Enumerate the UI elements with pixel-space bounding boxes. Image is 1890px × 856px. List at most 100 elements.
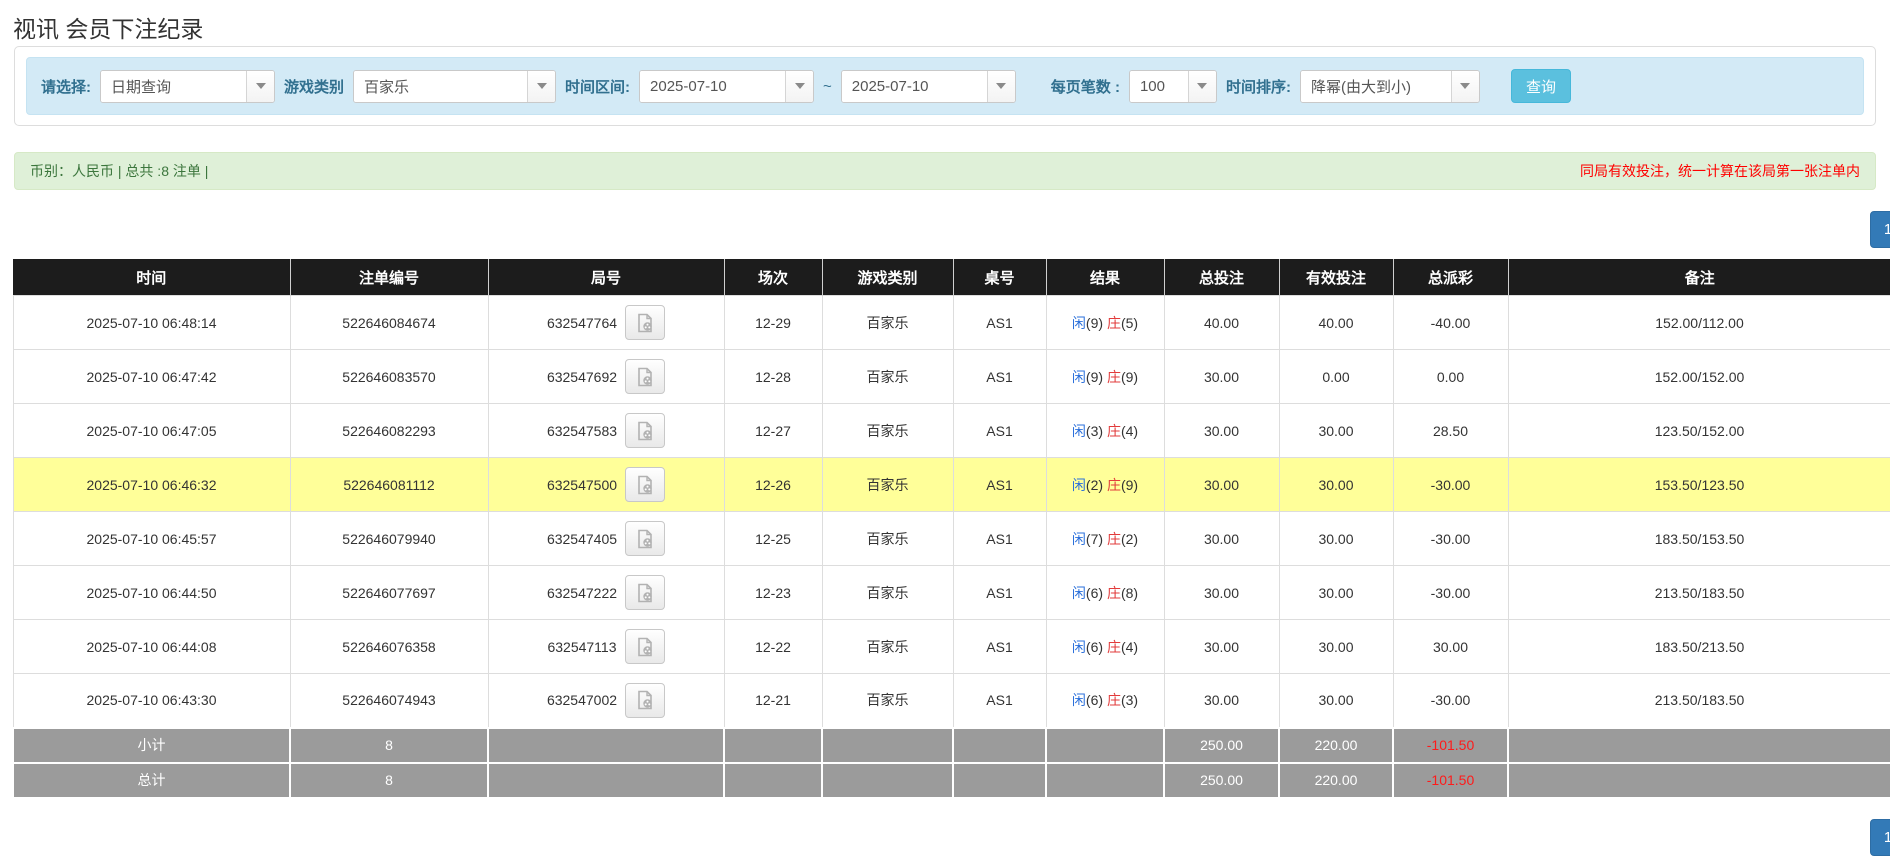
cell-bet-id: 522646074943 xyxy=(290,674,488,728)
currency-total-text: 币别：人民币 | 总共 :8 注单 | xyxy=(30,161,208,181)
date-from-select[interactable]: 2025-07-10 xyxy=(639,70,814,103)
cell-bet-id: 522646082293 xyxy=(290,404,488,458)
cell-table-no: AS1 xyxy=(953,620,1046,674)
cell-table-no: AS1 xyxy=(953,404,1046,458)
time-sort-dropdown-button[interactable] xyxy=(1451,71,1479,102)
video-replay-button[interactable] xyxy=(625,683,665,718)
cell-game-type: 百家乐 xyxy=(822,458,953,512)
cell-time: 2025-07-10 06:44:08 xyxy=(13,620,290,674)
cell-payout: -30.00 xyxy=(1393,458,1508,512)
result-player-score: (3) xyxy=(1086,423,1103,439)
header-note: 备注 xyxy=(1508,259,1890,296)
cell-total-bet-link[interactable]: 30.00 xyxy=(1164,674,1279,728)
game-type-select[interactable]: 百家乐 xyxy=(353,70,556,103)
cell-bet-id: 522646084674 xyxy=(290,296,488,350)
cell-valid-bet: 30.00 xyxy=(1279,512,1393,566)
video-replay-button[interactable] xyxy=(625,467,665,502)
cell-time: 2025-07-10 06:44:50 xyxy=(13,566,290,620)
subtotal-row: 小计 8 250.00 220.00 -101.50 xyxy=(13,728,1890,763)
query-type-value[interactable]: 日期查询 xyxy=(101,71,246,102)
query-type-select[interactable]: 日期查询 xyxy=(100,70,275,103)
cell-total-bet-link[interactable]: 30.00 xyxy=(1164,512,1279,566)
time-sort-select[interactable]: 降幂(由大到小) xyxy=(1300,70,1480,103)
date-to-dropdown-button[interactable] xyxy=(987,71,1015,102)
cell-round-id: 632547113 xyxy=(488,620,724,674)
per-page-select[interactable]: 100 xyxy=(1129,70,1217,103)
result-player-label: 闲 xyxy=(1072,369,1086,385)
header-total-bet: 总投注 xyxy=(1164,259,1279,296)
result-banker-score: (4) xyxy=(1121,423,1138,439)
video-replay-button[interactable] xyxy=(625,413,665,448)
cell-note: 213.50/183.50 xyxy=(1508,674,1890,728)
round-id-value: 632547002 xyxy=(547,692,617,708)
cell-table-no: AS1 xyxy=(953,458,1046,512)
cell-note: 152.00/112.00 xyxy=(1508,296,1890,350)
cell-result: 闲(6) 庄(3) xyxy=(1046,674,1164,728)
cell-bet-id: 522646079940 xyxy=(290,512,488,566)
cell-valid-bet: 30.00 xyxy=(1279,674,1393,728)
video-replay-button[interactable] xyxy=(625,629,665,664)
per-page-dropdown-button[interactable] xyxy=(1188,71,1216,102)
caret-down-icon xyxy=(537,83,547,89)
result-player-label: 闲 xyxy=(1072,639,1086,655)
cell-game-type: 百家乐 xyxy=(822,566,953,620)
game-type-dropdown-button[interactable] xyxy=(527,71,555,102)
cell-round-id: 632547583 xyxy=(488,404,724,458)
game-type-value[interactable]: 百家乐 xyxy=(354,71,527,102)
cell-total-bet-link[interactable]: 30.00 xyxy=(1164,458,1279,512)
cell-payout: -30.00 xyxy=(1393,674,1508,728)
header-time: 时间 xyxy=(13,259,290,296)
cell-total-bet-link[interactable]: 30.00 xyxy=(1164,404,1279,458)
result-banker-score: (5) xyxy=(1121,315,1138,331)
video-record-icon xyxy=(635,690,655,710)
cell-total-bet-link[interactable]: 30.00 xyxy=(1164,350,1279,404)
filter-bar: 请选择: 日期查询 游戏类别 百家乐 时间区间: 2025-07-10 ~ 20… xyxy=(26,57,1864,115)
per-page-label: 每页笔数 : xyxy=(1051,76,1120,97)
result-player-label: 闲 xyxy=(1072,585,1086,601)
result-banker-label: 庄 xyxy=(1107,585,1121,601)
header-game-type: 游戏类别 xyxy=(822,259,953,296)
query-type-dropdown-button[interactable] xyxy=(246,71,274,102)
cell-total-bet-link[interactable]: 40.00 xyxy=(1164,296,1279,350)
result-player-score: (2) xyxy=(1086,477,1103,493)
time-sort-value[interactable]: 降幂(由大到小) xyxy=(1301,71,1451,102)
video-replay-button[interactable] xyxy=(625,305,665,340)
cell-result: 闲(2) 庄(9) xyxy=(1046,458,1164,512)
cell-valid-bet: 0.00 xyxy=(1279,350,1393,404)
per-page-value[interactable]: 100 xyxy=(1130,71,1188,102)
video-record-icon xyxy=(635,475,655,495)
round-id-value: 632547113 xyxy=(547,639,616,655)
cell-total-bet-link[interactable]: 30.00 xyxy=(1164,566,1279,620)
video-replay-button[interactable] xyxy=(625,359,665,394)
caret-down-icon xyxy=(1460,83,1470,89)
table-row: 2025-07-10 06:43:30 522646074943 6325470… xyxy=(13,674,1890,728)
date-to-value[interactable]: 2025-07-10 xyxy=(842,71,987,102)
round-id-value: 632547764 xyxy=(547,315,617,331)
table-body: 2025-07-10 06:48:14 522646084674 6325477… xyxy=(13,296,1890,728)
header-round-id: 局号 xyxy=(488,259,724,296)
caret-down-icon xyxy=(996,83,1006,89)
result-banker-label: 庄 xyxy=(1107,692,1121,708)
summary-bar: 币别：人民币 | 总共 :8 注单 | 同局有效投注，统一计算在该局第一张注单内 xyxy=(14,152,1876,190)
video-replay-button[interactable] xyxy=(625,575,665,610)
date-from-dropdown-button[interactable] xyxy=(785,71,813,102)
cell-total-bet-link[interactable]: 30.00 xyxy=(1164,620,1279,674)
table-row: 2025-07-10 06:47:42 522646083570 6325476… xyxy=(13,350,1890,404)
cell-bet-id: 522646083570 xyxy=(290,350,488,404)
pagination-page-1-top[interactable]: 1 xyxy=(1870,211,1890,248)
cell-note: 183.50/153.50 xyxy=(1508,512,1890,566)
date-from-value[interactable]: 2025-07-10 xyxy=(640,71,785,102)
result-player-label: 闲 xyxy=(1072,315,1086,331)
cell-valid-bet: 40.00 xyxy=(1279,296,1393,350)
video-replay-button[interactable] xyxy=(625,521,665,556)
cell-table-no: AS1 xyxy=(953,674,1046,728)
caret-down-icon xyxy=(795,83,805,89)
search-button[interactable]: 查询 xyxy=(1511,69,1571,103)
table-row: 2025-07-10 06:48:14 522646084674 6325477… xyxy=(13,296,1890,350)
query-type-label: 请选择: xyxy=(41,76,91,97)
date-to-select[interactable]: 2025-07-10 xyxy=(841,70,1016,103)
result-player-score: (6) xyxy=(1086,639,1103,655)
cell-table-no: AS1 xyxy=(953,566,1046,620)
pagination-page-1-bottom[interactable]: 1 xyxy=(1870,819,1890,856)
cell-result: 闲(6) 庄(4) xyxy=(1046,620,1164,674)
